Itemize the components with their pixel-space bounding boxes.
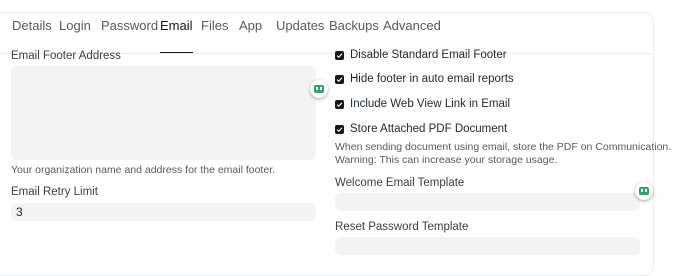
email-retry-limit-label: Email Retry Limit — [11, 186, 98, 198]
include-web-view-link-row[interactable]: Include Web View Link in Email — [335, 97, 510, 111]
grammarly-icon[interactable] — [310, 80, 328, 98]
tab-backups[interactable]: Backups — [329, 13, 379, 53]
email-footer-address-help: Your organization name and address for t… — [11, 164, 276, 176]
store-attached-pdf-row[interactable]: Store Attached PDF Document — [335, 122, 507, 136]
tab-updates[interactable]: Updates — [276, 13, 324, 53]
hide-footer-auto-reports-label: Hide footer in auto email reports — [350, 73, 514, 85]
tab-password[interactable]: Password — [101, 13, 158, 53]
hide-footer-auto-reports-checkbox[interactable] — [335, 74, 344, 84]
store-attached-pdf-checkbox[interactable] — [335, 124, 344, 134]
checkmark-icon — [336, 126, 343, 132]
include-web-view-link-checkbox[interactable] — [335, 99, 344, 109]
tab-bar: Details Login Password Email Files App U… — [0, 13, 653, 54]
include-web-view-link-label: Include Web View Link in Email — [350, 98, 511, 110]
welcome-email-template-input[interactable] — [335, 193, 640, 211]
hide-footer-auto-reports-row[interactable]: Hide footer in auto email reports — [335, 72, 514, 86]
checkmark-icon — [336, 101, 343, 107]
grammarly-icon[interactable] — [635, 182, 653, 200]
tab-details[interactable]: Details — [12, 13, 52, 53]
tab-email[interactable]: Email — [160, 13, 193, 53]
reset-password-template-label: Reset Password Template — [335, 221, 469, 233]
store-pdf-help-line2: Warning: This can increase your storage … — [335, 154, 558, 166]
email-footer-address-textarea[interactable] — [11, 66, 316, 160]
email-retry-limit-input[interactable]: 3 — [11, 203, 316, 221]
disable-standard-footer-label: Disable Standard Email Footer — [350, 49, 507, 61]
store-attached-pdf-label: Store Attached PDF Document — [350, 123, 508, 135]
tab-advanced[interactable]: Advanced — [383, 13, 441, 53]
tab-app[interactable]: App — [239, 13, 262, 53]
disable-standard-footer-checkbox[interactable] — [335, 50, 344, 60]
checkmark-icon — [336, 52, 343, 58]
checkmark-icon — [336, 76, 343, 82]
email-footer-address-label: Email Footer Address — [11, 50, 121, 62]
tab-login[interactable]: Login — [59, 13, 91, 53]
welcome-email-template-label: Welcome Email Template — [335, 177, 465, 189]
disable-standard-footer-row[interactable]: Disable Standard Email Footer — [335, 48, 507, 62]
reset-password-template-input[interactable] — [335, 237, 640, 255]
tab-files[interactable]: Files — [201, 13, 228, 53]
